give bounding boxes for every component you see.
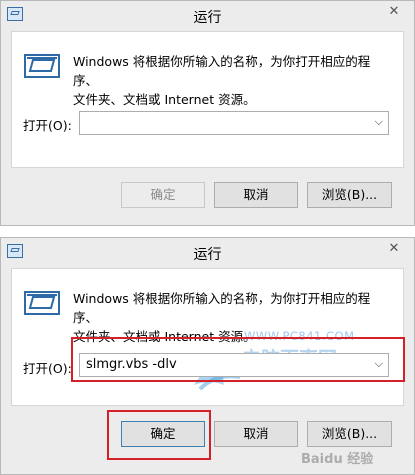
close-button[interactable]: ✕ bbox=[378, 238, 410, 260]
description-line-2: 文件夹、文档或 Internet 资源。 bbox=[73, 92, 256, 107]
watermark-corner: Baidu 经验 bbox=[301, 452, 374, 467]
ok-button[interactable]: 确定 bbox=[121, 182, 205, 208]
run-program-icon bbox=[24, 54, 60, 78]
run-dialog-filled: 运行 ✕ Windows 将根据你所输入的名称，为你打开相应的程序、 文件夹、文… bbox=[0, 237, 415, 475]
ok-highlight-box bbox=[107, 410, 211, 460]
chevron-down-icon[interactable]: ⌵ bbox=[375, 115, 383, 129]
description-line-1: Windows 将根据你所输入的名称，为你打开相应的程序、 bbox=[73, 54, 371, 88]
input-highlight-box bbox=[71, 337, 405, 382]
close-icon: ✕ bbox=[388, 4, 400, 19]
run-dialog-empty: 运行 ✕ Windows 将根据你所输入的名称，为你打开相应的程序、 文件夹、文… bbox=[0, 0, 415, 226]
cancel-button[interactable]: 取消 bbox=[214, 182, 298, 208]
title-bar[interactable]: 运行 ✕ bbox=[1, 238, 414, 268]
dialog-description: Windows 将根据你所输入的名称，为你打开相应的程序、 文件夹、文档或 In… bbox=[73, 52, 393, 109]
close-button[interactable]: ✕ bbox=[378, 1, 410, 23]
cancel-button[interactable]: 取消 bbox=[214, 421, 298, 447]
dialog-title: 运行 bbox=[193, 247, 222, 263]
close-icon: ✕ bbox=[388, 241, 400, 256]
browse-button[interactable]: 浏览(B)... bbox=[307, 182, 392, 208]
dialog-content: Windows 将根据你所输入的名称，为你打开相应的程序、 文件夹、文档或 In… bbox=[11, 31, 404, 168]
title-bar[interactable]: 运行 ✕ bbox=[1, 1, 414, 31]
description-line-1: Windows 将根据你所输入的名称，为你打开相应的程序、 bbox=[73, 291, 371, 325]
open-combobox[interactable]: ⌵ bbox=[79, 111, 389, 135]
open-label: 打开(O): bbox=[23, 118, 72, 133]
dialog-title: 运行 bbox=[193, 10, 222, 26]
browse-button[interactable]: 浏览(B)... bbox=[307, 421, 392, 447]
open-label: 打开(O): bbox=[23, 361, 72, 376]
run-program-icon bbox=[24, 291, 60, 315]
